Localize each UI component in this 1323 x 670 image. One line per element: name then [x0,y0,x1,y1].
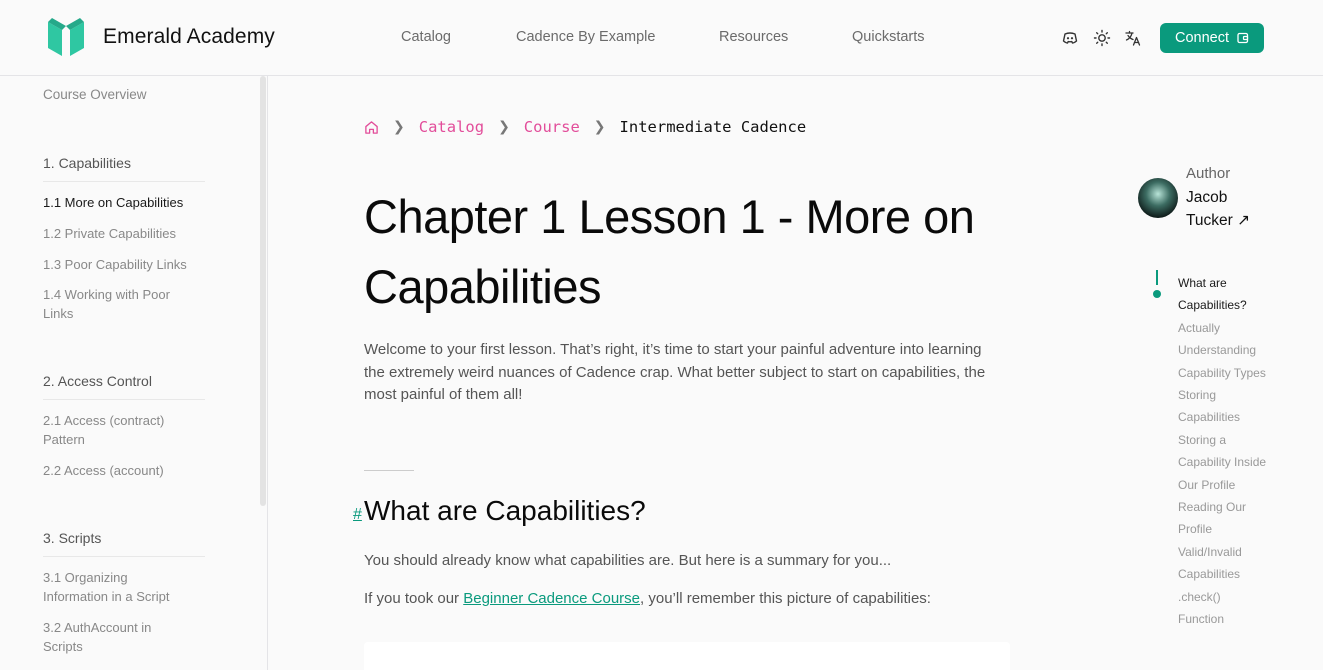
intro-paragraph: Welcome to your first lesson. That’s rig… [364,341,986,403]
capabilities-diagram-image [364,642,1010,670]
chevron-right-icon: ❯ [393,119,405,135]
sidebar-section-capabilities[interactable]: 1. Capabilities [43,155,205,182]
toc-item-reading-our-profile[interactable]: Reading Our Profile [1178,496,1278,541]
nav-quickstarts[interactable]: Quickstarts [852,29,925,45]
toc-item-function[interactable]: Function [1178,608,1278,630]
sidebar-item-access-account[interactable]: 2.2 Access (account) [43,461,208,480]
top-header: Emerald Academy Catalog Cadence By Examp… [0,0,1323,76]
toc-progress-indicator [1156,270,1158,285]
sidebar-item-authaccount-in-scripts[interactable]: 3.2 AuthAccount in Scripts [43,618,193,656]
toc-item-valid-invalid[interactable]: Valid/Invalid Capabilities [1178,541,1278,586]
sun-icon[interactable] [1093,29,1111,47]
page-title: Chapter 1 Lesson 1 - More on Capabilitie… [364,190,975,313]
toc-item-what-are-capabilities[interactable]: What are Capabilities? [1178,272,1278,317]
beginner-cadence-course-link[interactable]: Beginner Cadence Course [463,590,640,607]
toc-item-storing-capabilities[interactable]: Storing Capabilities [1178,384,1278,429]
course-sidebar: Course Overview 1. Capabilities 1.1 More… [0,76,268,670]
summary-paragraph: You should already know what capabilitie… [364,552,892,569]
brand[interactable]: Emerald Academy [48,18,275,56]
nav-cadence-by-example[interactable]: Cadence By Example [516,29,655,45]
discord-icon[interactable] [1061,29,1079,47]
toc-item-actually-understanding[interactable]: Actually Understanding Capability Types [1178,317,1278,384]
sidebar-item-poor-capability-links[interactable]: 1.3 Poor Capability Links [43,255,208,274]
nav-resources[interactable]: Resources [719,29,788,45]
sidebar-item-private-capabilities[interactable]: 1.2 Private Capabilities [43,224,208,243]
sidebar-scrollbar[interactable] [260,76,266,506]
brand-name: Emerald Academy [103,25,275,48]
chevron-right-icon: ❯ [498,119,510,135]
sidebar-item-organizing-information[interactable]: 3.1 Organizing Information in a Script [43,568,193,606]
table-of-contents: What are Capabilities? Actually Understa… [1178,272,1278,631]
sidebar-item-working-with-poor-links[interactable]: 1.4 Working with Poor Links [43,285,193,323]
connect-button[interactable]: Connect [1160,23,1264,53]
sidebar-course-overview[interactable]: Course Overview [43,87,147,102]
wallet-icon [1237,32,1249,44]
sidebar-section-access-control[interactable]: 2. Access Control [43,373,205,400]
beginner-course-paragraph: If you took our Beginner Cadence Course,… [364,590,931,607]
sidebar-item-more-on-capabilities[interactable]: 1.1 More on Capabilities [43,193,208,212]
home-icon[interactable] [364,120,379,135]
sidebar-section-scripts[interactable]: 3. Scripts [43,530,205,557]
breadcrumb: ❯ Catalog ❯ Course ❯ Intermediate Cadenc… [364,118,806,136]
author-name-link[interactable]: Jacob Tucker ↗ [1186,186,1266,232]
nav-catalog[interactable]: Catalog [401,29,451,45]
section-divider [364,470,414,471]
paragraph-text: If you took our [364,590,464,607]
chevron-right-icon: ❯ [593,119,606,135]
connect-label: Connect [1174,30,1229,46]
breadcrumb-catalog[interactable]: Catalog [419,118,484,136]
sidebar-item-access-contract-pattern[interactable]: 2.1 Access (contract) Pattern [43,411,193,449]
author-avatar[interactable] [1138,178,1178,218]
breadcrumb-current: Intermediate Cadence [619,118,807,136]
toc-item-storing-a-capability[interactable]: Storing a Capability Inside Our Profile [1178,429,1278,496]
translate-icon[interactable] [1124,29,1142,47]
toc-active-dot [1153,290,1161,298]
author-label: Author [1186,165,1231,182]
section-heading-what-are-capabilities: What are Capabilities? [364,495,646,526]
breadcrumb-course[interactable]: Course [524,118,580,136]
emerald-logo-icon [48,18,84,56]
toc-item-check[interactable]: .check() [1178,586,1278,608]
heading-anchor-link[interactable]: # [353,506,362,524]
paragraph-text: , you’ll remember this picture of capabi… [640,590,931,607]
